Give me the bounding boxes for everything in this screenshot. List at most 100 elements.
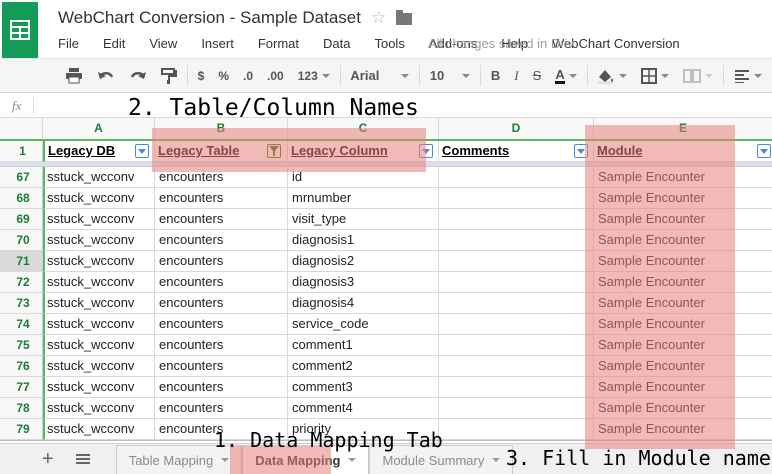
cell-legacy-db[interactable]: sstuck_wcconv bbox=[43, 251, 155, 272]
italic-button[interactable]: I bbox=[514, 68, 518, 84]
filter-dropdown-icon[interactable] bbox=[135, 144, 149, 158]
cell-legacy-table[interactable]: encounters bbox=[155, 356, 288, 377]
chevron-down-icon[interactable] bbox=[462, 74, 470, 78]
cell-legacy-column[interactable]: id bbox=[288, 167, 439, 188]
chevron-down-icon[interactable] bbox=[221, 458, 229, 462]
cell-legacy-table[interactable]: encounters bbox=[155, 251, 288, 272]
filter-active-funnel-icon[interactable] bbox=[267, 144, 281, 158]
cell-comments[interactable] bbox=[439, 293, 594, 314]
cell-legacy-column[interactable]: comment3 bbox=[288, 377, 439, 398]
cell-comments[interactable] bbox=[439, 167, 594, 188]
row-number[interactable]: 1 bbox=[0, 141, 43, 162]
row-number[interactable]: 77 bbox=[0, 377, 43, 398]
filter-dropdown-icon[interactable] bbox=[574, 144, 588, 158]
column-header-a[interactable]: A bbox=[43, 118, 155, 139]
cell-module[interactable]: Sample Encounter bbox=[594, 377, 772, 398]
row-number[interactable]: 78 bbox=[0, 398, 43, 419]
cell-comments[interactable] bbox=[439, 419, 594, 440]
cell-legacy-table[interactable]: encounters bbox=[155, 188, 288, 209]
column-header-b[interactable]: B bbox=[155, 118, 288, 139]
cell-module[interactable]: Sample Encounter bbox=[594, 209, 772, 230]
chevron-down-icon[interactable] bbox=[348, 458, 356, 462]
increase-decimal-button[interactable]: .00 bbox=[267, 69, 284, 83]
cell-comments[interactable] bbox=[439, 377, 594, 398]
cell-legacy-db[interactable]: sstuck_wcconv bbox=[43, 398, 155, 419]
star-icon[interactable]: ☆ bbox=[371, 8, 386, 28]
chevron-down-icon[interactable] bbox=[492, 458, 500, 462]
tab-data-mapping[interactable]: Data Mapping bbox=[242, 445, 369, 474]
column-header-e[interactable]: E bbox=[594, 118, 772, 139]
header-cell-legacy-db[interactable]: Legacy DB bbox=[43, 141, 155, 162]
row-number[interactable]: 68 bbox=[0, 188, 43, 209]
tab-table-mapping[interactable]: Table Mapping bbox=[116, 445, 243, 474]
cell-legacy-column[interactable]: visit_type bbox=[288, 209, 439, 230]
cell-legacy-table[interactable]: encounters bbox=[155, 293, 288, 314]
more-formats-button[interactable]: 123 bbox=[298, 69, 330, 83]
column-header-c[interactable]: C bbox=[288, 118, 439, 139]
cell-module[interactable]: Sample Encounter bbox=[594, 293, 772, 314]
cell-legacy-db[interactable]: sstuck_wcconv bbox=[43, 272, 155, 293]
cell-legacy-db[interactable]: sstuck_wcconv bbox=[43, 167, 155, 188]
cell-legacy-db[interactable]: sstuck_wcconv bbox=[43, 335, 155, 356]
cell-legacy-table[interactable]: encounters bbox=[155, 314, 288, 335]
menu-view[interactable]: View bbox=[149, 36, 177, 51]
horizontal-align-button[interactable] bbox=[734, 69, 762, 83]
header-cell-comments[interactable]: Comments bbox=[439, 141, 594, 162]
cell-legacy-db[interactable]: sstuck_wcconv bbox=[43, 293, 155, 314]
decrease-decimal-button[interactable]: .0 bbox=[243, 69, 253, 83]
cell-legacy-column[interactable]: diagnosis1 bbox=[288, 230, 439, 251]
cell-module[interactable]: Sample Encounter bbox=[594, 335, 772, 356]
redo-icon[interactable] bbox=[129, 69, 147, 83]
menu-data[interactable]: Data bbox=[323, 36, 350, 51]
cell-legacy-db[interactable]: sstuck_wcconv bbox=[43, 377, 155, 398]
cell-comments[interactable] bbox=[439, 251, 594, 272]
cell-comments[interactable] bbox=[439, 335, 594, 356]
cell-legacy-table[interactable]: encounters bbox=[155, 398, 288, 419]
cell-legacy-table[interactable]: encounters bbox=[155, 230, 288, 251]
format-currency-button[interactable]: $ bbox=[198, 69, 205, 83]
row-number[interactable]: 74 bbox=[0, 314, 43, 335]
cell-legacy-table[interactable]: encounters bbox=[155, 209, 288, 230]
filter-dropdown-icon[interactable] bbox=[419, 144, 433, 158]
cell-legacy-column[interactable]: comment4 bbox=[288, 398, 439, 419]
borders-button[interactable] bbox=[641, 68, 669, 84]
strikethrough-button[interactable]: S bbox=[533, 68, 542, 83]
cell-legacy-column[interactable]: service_code bbox=[288, 314, 439, 335]
cell-module[interactable]: Sample Encounter bbox=[594, 419, 772, 440]
cell-legacy-table[interactable]: encounters bbox=[155, 335, 288, 356]
cell-comments[interactable] bbox=[439, 188, 594, 209]
filter-dropdown-icon[interactable] bbox=[757, 144, 771, 158]
cell-legacy-column[interactable]: priority bbox=[288, 419, 439, 440]
cell-module[interactable]: Sample Encounter bbox=[594, 398, 772, 419]
menu-format[interactable]: Format bbox=[258, 36, 299, 51]
cell-comments[interactable] bbox=[439, 398, 594, 419]
menu-file[interactable]: File bbox=[58, 36, 79, 51]
folder-icon[interactable] bbox=[396, 13, 412, 25]
paint-format-icon[interactable] bbox=[161, 68, 177, 84]
tab-module-summary[interactable]: Module Summary bbox=[369, 445, 513, 474]
cell-legacy-table[interactable]: encounters bbox=[155, 272, 288, 293]
cell-legacy-db[interactable]: sstuck_wcconv bbox=[43, 230, 155, 251]
cell-module[interactable]: Sample Encounter bbox=[594, 230, 772, 251]
cell-legacy-db[interactable]: sstuck_wcconv bbox=[43, 188, 155, 209]
select-all-corner[interactable] bbox=[0, 118, 43, 139]
cell-module[interactable]: Sample Encounter bbox=[594, 188, 772, 209]
header-cell-module[interactable]: Module bbox=[594, 141, 772, 162]
bold-button[interactable]: B bbox=[491, 68, 500, 83]
chevron-down-icon[interactable] bbox=[401, 74, 409, 78]
cell-legacy-table[interactable]: encounters bbox=[155, 419, 288, 440]
row-number[interactable]: 76 bbox=[0, 356, 43, 377]
font-family-select[interactable]: Arial bbox=[350, 68, 379, 83]
cell-legacy-column[interactable]: diagnosis2 bbox=[288, 251, 439, 272]
all-sheets-icon[interactable] bbox=[76, 454, 90, 464]
cell-comments[interactable] bbox=[439, 209, 594, 230]
row-number[interactable]: 75 bbox=[0, 335, 43, 356]
column-header-d[interactable]: D bbox=[439, 118, 594, 139]
text-color-button[interactable]: A bbox=[555, 68, 576, 84]
cell-module[interactable]: Sample Encounter bbox=[594, 314, 772, 335]
menu-edit[interactable]: Edit bbox=[103, 36, 125, 51]
cell-legacy-db[interactable]: sstuck_wcconv bbox=[43, 314, 155, 335]
cell-comments[interactable] bbox=[439, 272, 594, 293]
format-percent-button[interactable]: % bbox=[218, 69, 229, 83]
cell-module[interactable]: Sample Encounter bbox=[594, 356, 772, 377]
